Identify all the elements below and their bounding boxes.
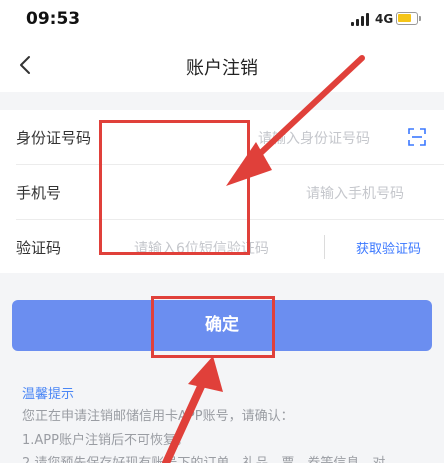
nav-bar: 账户注销 (0, 40, 444, 92)
status-bar: 09:53 4G (0, 0, 444, 40)
battery-icon (396, 12, 421, 25)
account-cancellation-screen: 09:53 4G 账户注销 身份证号码 请输入身份证号码 手机号 请输入手机号码… (0, 0, 444, 463)
code-label: 验证码 (16, 239, 62, 257)
id-number-label: 身份证号码 (16, 129, 92, 147)
tip-line: 您正在申请注销邮储信用卡APP账号，请确认： (22, 409, 294, 424)
page-title: 账户注销 (186, 58, 258, 79)
highlight-box-confirm (151, 296, 275, 358)
signal-icon (351, 13, 371, 26)
status-time: 09:53 (26, 9, 81, 29)
code-separator (324, 235, 325, 259)
id-number-input[interactable]: 请输入身份证号码 (258, 128, 370, 148)
phone-label: 手机号 (16, 184, 62, 202)
arrow-head (188, 356, 223, 392)
scan-icon[interactable] (408, 128, 426, 146)
tips-title: 温馨提示 (22, 387, 75, 402)
tip-line: 1.APP账户注销后不可恢复。 (22, 433, 189, 448)
phone-input[interactable]: 请输入手机号码 (306, 183, 404, 203)
get-code-button[interactable]: 获取验证码 (356, 238, 421, 257)
network-type: 4G (375, 12, 394, 26)
highlight-box-form (99, 120, 250, 255)
tip-line: 2.请您预先保存好现有账号下的订单、礼品、票、券等信息，对 (22, 452, 385, 463)
